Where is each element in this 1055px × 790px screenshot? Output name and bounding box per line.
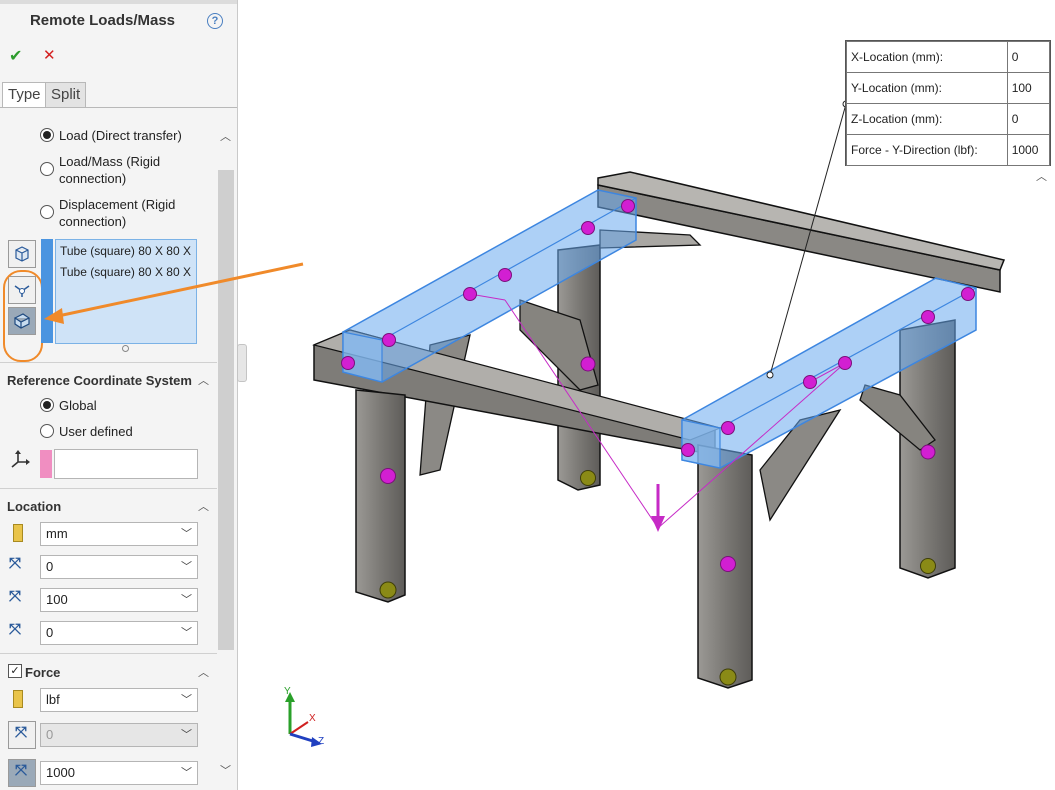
annotation-label-z: Z-Location (mm): [846, 103, 1008, 135]
load-annotation-table[interactable]: X-Location (mm): 0 Y-Location (mm): 100 Z-… [845, 40, 1051, 166]
annotation-label-x: X-Location (mm): [846, 41, 1008, 73]
annotation-label-force: Force - Y-Direction (lbf): [846, 134, 1008, 166]
callout-arrow [57, 262, 304, 318]
frame-back-beam [597, 171, 1006, 293]
annotation-value-z: 0 [1006, 103, 1051, 135]
axis-triad-icon [285, 692, 322, 747]
annotation-value-y: 100 [1006, 72, 1051, 104]
annotation-anchor [766, 371, 774, 379]
annotation-collapse-icon[interactable]: ︿ [1036, 168, 1047, 184]
triad-z-label: Z [318, 736, 325, 747]
triad-x-label: X [309, 713, 316, 724]
force-arrow [651, 484, 665, 532]
annotation-value-x: 0 [1006, 41, 1051, 73]
callout-arrowhead [44, 308, 64, 324]
annotation-label-y: Y-Location (mm): [846, 72, 1008, 104]
triad-y-label: Y [284, 686, 291, 697]
annotation-value-force: 1000 [1006, 134, 1051, 166]
